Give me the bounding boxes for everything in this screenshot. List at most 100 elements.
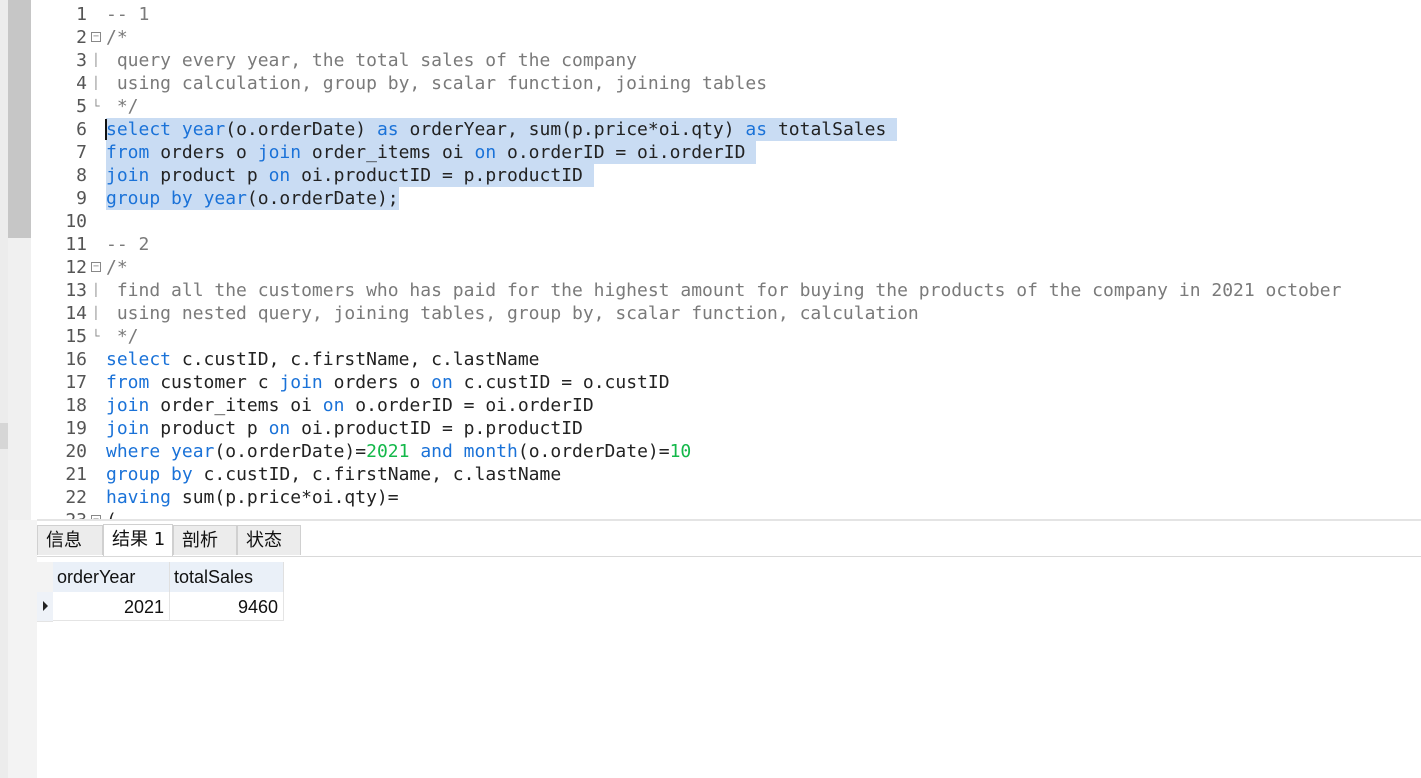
results-gutter bbox=[8, 520, 37, 778]
code-text: find all the customers who has paid for … bbox=[106, 279, 1342, 302]
sql-comment: -- 1 bbox=[106, 4, 150, 25]
fold-guide-icon: │ bbox=[92, 306, 100, 320]
sql-token: (o.orderDate) bbox=[225, 119, 377, 140]
sql-comment: /* bbox=[106, 27, 128, 48]
sql-keyword: on bbox=[322, 395, 345, 416]
sql-editor[interactable]: 1 -- 1 2−/* 3 │ query every year, the total … bbox=[37, 0, 1421, 520]
sql-comment: using nested query, joining tables, grou… bbox=[106, 303, 919, 324]
line-number: 3 bbox=[76, 50, 87, 71]
code-line[interactable]: 9 group by year(o.orderDate); bbox=[37, 187, 1421, 210]
splitter-handle[interactable] bbox=[0, 423, 8, 449]
sql-keyword: by bbox=[171, 464, 193, 485]
column-header[interactable]: orderYear bbox=[53, 562, 170, 592]
table-cell[interactable]: 9460 bbox=[170, 592, 284, 621]
results-tab[interactable]: 结果 1 bbox=[103, 524, 173, 556]
column-header[interactable]: totalSales bbox=[170, 562, 284, 592]
sql-comment: */ bbox=[106, 326, 139, 347]
code-text: */ bbox=[106, 95, 139, 118]
line-number: 5 bbox=[76, 96, 87, 117]
code-line[interactable]: 8 join product p on oi.productID = p.prod… bbox=[37, 164, 1421, 187]
sql-comment: query every year, the total sales of the… bbox=[106, 50, 638, 71]
sql-token: c.custID = o.custID bbox=[452, 372, 670, 393]
grid-corner[interactable] bbox=[37, 562, 53, 592]
line-number: 1 bbox=[76, 4, 87, 25]
code-line[interactable]: 11 -- 2 bbox=[37, 233, 1421, 256]
sql-keyword: join bbox=[257, 142, 302, 163]
line-number: 11 bbox=[65, 234, 87, 255]
sql-keyword: select bbox=[106, 119, 172, 140]
code-text: select year(o.orderDate) as orderYear, s… bbox=[106, 118, 898, 141]
fold-guide-icon: │ bbox=[92, 76, 100, 90]
code-line[interactable]: 15 └ */ bbox=[37, 325, 1421, 348]
sql-token: totalSales bbox=[767, 119, 898, 140]
line-number: 8 bbox=[76, 165, 87, 186]
code-line[interactable]: 16 select c.custID, c.firstName, c.lastNa… bbox=[37, 348, 1421, 371]
results-tab[interactable]: 信息 bbox=[37, 525, 103, 555]
code-text: join product p on oi.productID = p.produ… bbox=[106, 164, 594, 187]
code-line[interactable]: 13 │ find all the customers who has paid … bbox=[37, 279, 1421, 302]
code-line[interactable]: 21 group by c.custID, c.firstName, c.last… bbox=[37, 463, 1421, 486]
sql-keyword: from bbox=[106, 142, 150, 163]
editor-results-divider[interactable] bbox=[37, 519, 1421, 521]
code-line[interactable]: 14 │ using nested query, joining tables, … bbox=[37, 302, 1421, 325]
sql-token: order_items oi bbox=[149, 395, 323, 416]
code-text: where year(o.orderDate)=2021 and month(o… bbox=[106, 440, 691, 463]
code-line[interactable]: 2−/* bbox=[37, 26, 1421, 49]
text-cursor bbox=[105, 119, 107, 140]
code-line[interactable]: 12−/* bbox=[37, 256, 1421, 279]
sql-keyword: on bbox=[474, 142, 497, 163]
line-number: 22 bbox=[65, 487, 87, 508]
results-tab[interactable]: 状态 bbox=[237, 525, 301, 555]
results-tab[interactable]: 剖析 bbox=[173, 525, 237, 555]
line-number: 9 bbox=[76, 188, 87, 209]
sql-keyword: having bbox=[106, 487, 172, 508]
code-line[interactable]: 19 join product p on oi.productID = p.pro… bbox=[37, 417, 1421, 440]
sql-keyword: year bbox=[203, 188, 247, 209]
code-line[interactable]: 7 from orders o join order_items oi on o.… bbox=[37, 141, 1421, 164]
code-text: -- 1 bbox=[106, 3, 149, 26]
sql-keyword: on bbox=[268, 165, 291, 186]
line-number: 20 bbox=[65, 441, 87, 462]
line-number: 19 bbox=[65, 418, 87, 439]
code-line[interactable]: 20 where year(o.orderDate)=2021 and month… bbox=[37, 440, 1421, 463]
sql-keyword: by bbox=[171, 188, 193, 209]
sql-token: orderYear, sum(p.price*oi.qty) bbox=[398, 119, 746, 140]
sql-token: (o.orderDate)= bbox=[517, 441, 670, 462]
fold-guide-icon: │ bbox=[92, 53, 100, 67]
sql-keyword: group bbox=[106, 188, 161, 209]
sql-keyword: where bbox=[106, 441, 161, 462]
editor-scrollbar-thumb[interactable] bbox=[8, 0, 31, 238]
sql-keyword: and bbox=[420, 441, 453, 462]
code-text: /* bbox=[106, 26, 128, 49]
code-line[interactable]: 18 join order_items oi on o.orderID = oi.… bbox=[37, 394, 1421, 417]
line-number: 12 bbox=[65, 257, 87, 278]
code-line[interactable]: 6 select year(o.orderDate) as orderYear, … bbox=[37, 118, 1421, 141]
sql-token: oi.productID = p.productID bbox=[290, 165, 594, 186]
code-line[interactable]: 22 having sum(p.price*oi.qty)= bbox=[37, 486, 1421, 509]
sql-token: c.custID, c.firstName, c.lastName bbox=[192, 464, 562, 485]
code-text: using nested query, joining tables, grou… bbox=[106, 302, 919, 325]
code-line[interactable]: 4 │ using calculation, group by, scalar f… bbox=[37, 72, 1421, 95]
code-line[interactable]: 3 │ query every year, the total sales of … bbox=[37, 49, 1421, 72]
fold-toggle-icon[interactable]: − bbox=[91, 32, 101, 42]
code-text: having sum(p.price*oi.qty)= bbox=[106, 486, 399, 509]
code-line[interactable]: 1 -- 1 bbox=[37, 3, 1421, 26]
code-line[interactable]: 10 bbox=[37, 210, 1421, 233]
sql-comment: /* bbox=[106, 257, 128, 278]
line-number: 15 bbox=[65, 326, 87, 347]
code-line[interactable]: 17 from customer c join orders o on c.cus… bbox=[37, 371, 1421, 394]
table-cell[interactable]: 2021 bbox=[53, 592, 170, 621]
line-number: 17 bbox=[65, 372, 87, 393]
sql-number: 10 bbox=[669, 441, 692, 462]
code-text: query every year, the total sales of the… bbox=[106, 49, 637, 72]
current-row-indicator-icon[interactable] bbox=[37, 592, 53, 622]
sql-keyword: join bbox=[106, 395, 150, 416]
code-line[interactable]: 5 └ */ bbox=[37, 95, 1421, 118]
sql-keyword: month bbox=[463, 441, 518, 462]
fold-toggle-icon[interactable]: − bbox=[91, 262, 101, 272]
sql-keyword: join bbox=[106, 165, 150, 186]
